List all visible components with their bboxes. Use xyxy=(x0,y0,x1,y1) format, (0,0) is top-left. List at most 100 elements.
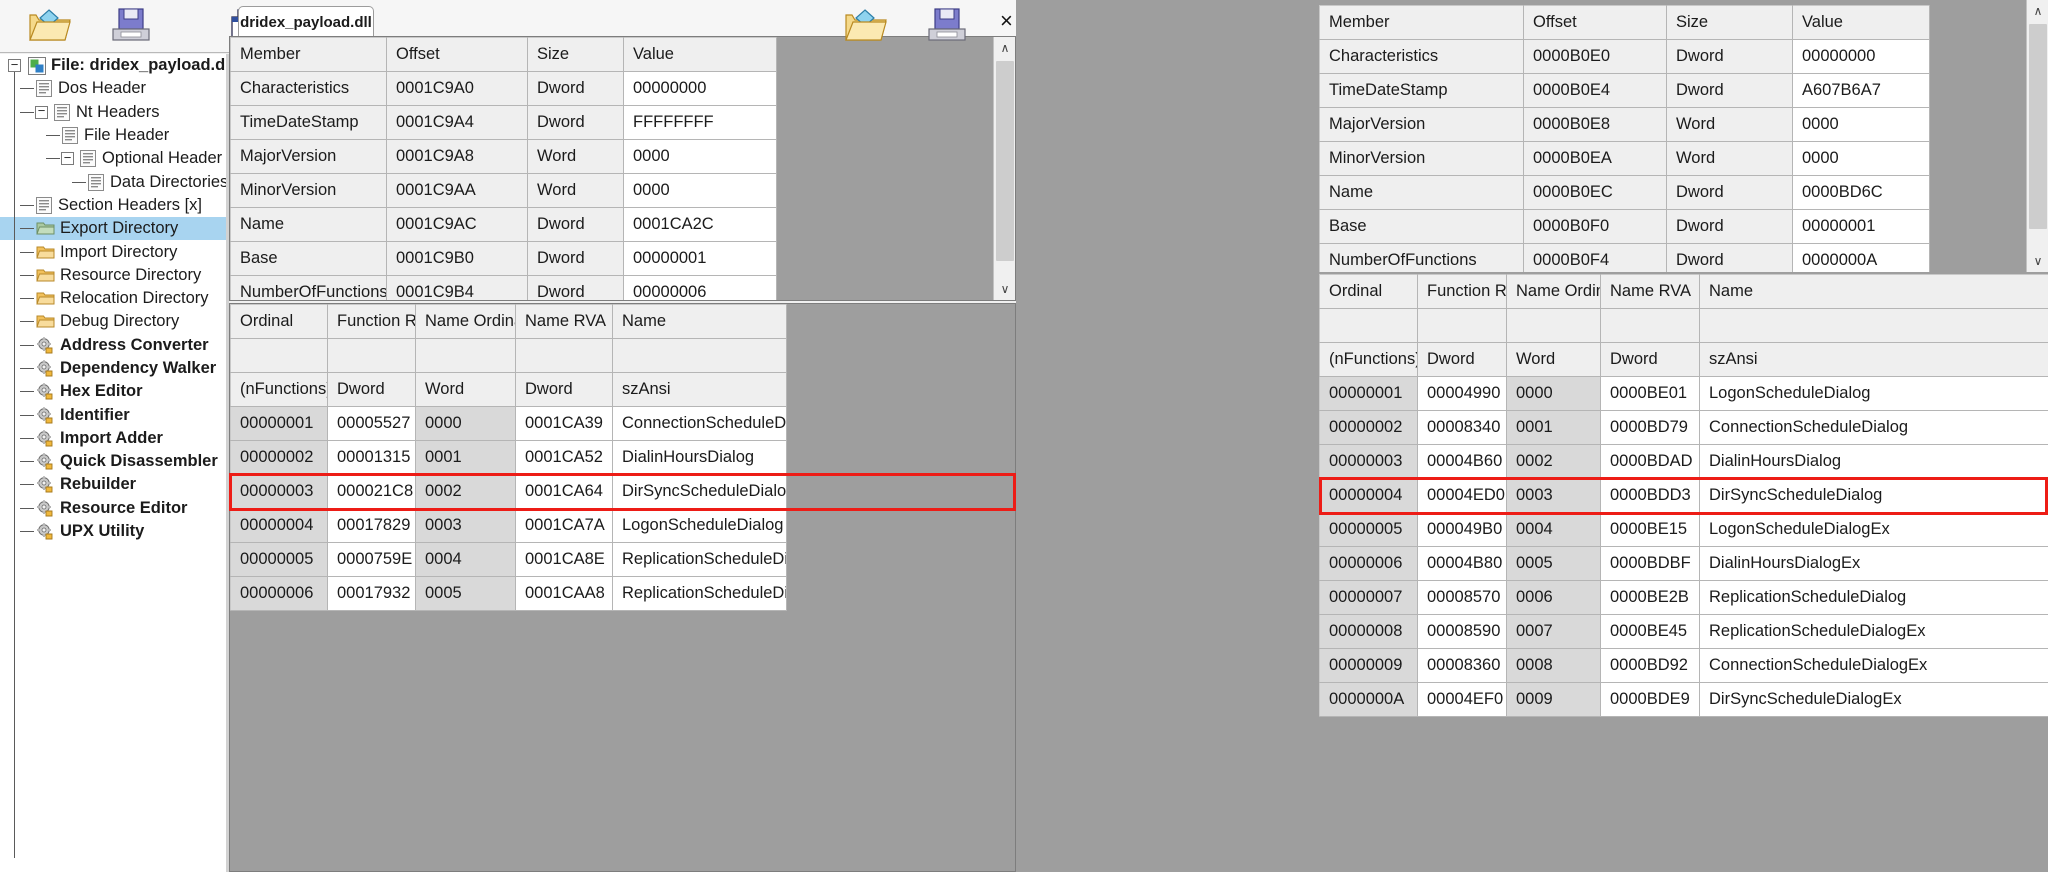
table-cell[interactable]: NumberOfFunctions xyxy=(1319,243,1524,272)
table-cell[interactable]: 0001CA39 xyxy=(515,406,613,441)
table-row[interactable]: 00000002 00001315 0001 0001CA52 DialinHoursD… xyxy=(230,440,787,475)
table-cell[interactable]: 0000BE45 xyxy=(1600,614,1700,649)
table-cell[interactable]: 0004 xyxy=(1506,512,1601,547)
tree-item-rebuilder[interactable]: Rebuilder xyxy=(0,473,226,496)
table-row[interactable]: Name 0001C9AC Dword 0001CA2C xyxy=(230,207,777,242)
table-cell[interactable]: 0000000A xyxy=(1792,243,1930,272)
table-cell[interactable]: 0001CA8E xyxy=(515,542,613,577)
table-cell[interactable]: Word xyxy=(1666,141,1793,176)
table-cell[interactable]: Dword xyxy=(1666,243,1793,272)
column-header[interactable]: Size xyxy=(527,37,624,72)
table-cell[interactable]: Dword xyxy=(527,275,624,300)
table-cell[interactable]: 0000BDBF xyxy=(1600,546,1700,581)
table-cell[interactable]: 00000006 xyxy=(623,275,777,300)
exports-table-left[interactable]: OrdinalFunction RVAName OrdinalName RVAN… xyxy=(230,304,787,611)
table-cell[interactable]: 00000007 xyxy=(1319,580,1418,615)
open-file-icon[interactable] xyxy=(26,5,72,47)
table-cell[interactable]: Dword xyxy=(527,241,624,276)
table-row[interactable]: TimeDateStamp 0001C9A4 Dword FFFFFFFF xyxy=(230,105,777,140)
table-cell[interactable]: 0000BD6C xyxy=(1792,175,1930,210)
table-row[interactable]: 0000000A 00004EF0 0009 0000BDE9 DirSyncSched… xyxy=(1319,682,2048,717)
table-cell[interactable]: MajorVersion xyxy=(1319,107,1524,142)
tree-item-address-converter[interactable]: Address Converter xyxy=(0,334,226,357)
column-header[interactable]: Offset xyxy=(1523,5,1667,40)
column-header[interactable]: Value xyxy=(1792,5,1930,40)
table-row[interactable]: 00000005 000049B0 0004 0000BE15 LogonSchedul… xyxy=(1319,512,2048,547)
table-row[interactable]: MinorVersion 0001C9AA Word 0000 xyxy=(230,173,777,208)
table-cell[interactable]: Dword xyxy=(1666,175,1793,210)
tree-item-resource-directory[interactable]: Resource Directory xyxy=(0,264,226,287)
table-cell[interactable]: 0001C9A8 xyxy=(386,139,528,174)
table-cell[interactable]: 0006 xyxy=(1506,580,1601,615)
table-cell[interactable]: DialinHoursDialog xyxy=(1699,444,2048,479)
table-cell[interactable]: 00008590 xyxy=(1417,614,1507,649)
scrollbar-export-dir-left[interactable]: ∧ ∨ xyxy=(993,37,1015,300)
table-cell[interactable]: Base xyxy=(230,241,387,276)
table-cell[interactable]: 0001C9A4 xyxy=(386,105,528,140)
table-cell[interactable]: 00000000 xyxy=(1792,39,1930,74)
table-cell[interactable]: 0005 xyxy=(415,576,516,611)
table-cell[interactable]: 00000005 xyxy=(230,542,328,577)
table-cell[interactable]: FFFFFFFF xyxy=(623,105,777,140)
column-header[interactable]: Name RVA xyxy=(1600,274,1700,309)
table-row[interactable]: Characteristics 0000B0E0 Dword 00000000 xyxy=(1319,39,1930,74)
table-cell[interactable]: 0000BE15 xyxy=(1600,512,1700,547)
column-header[interactable]: Ordinal xyxy=(1319,274,1418,309)
open-file-icon[interactable] xyxy=(842,5,888,47)
scroll-down-arrow[interactable]: ∨ xyxy=(2027,250,2048,272)
column-header[interactable]: Function RVA xyxy=(327,304,416,339)
table-cell[interactable]: Dword xyxy=(1666,73,1793,108)
table-cell[interactable]: 0000 xyxy=(415,406,516,441)
table-cell[interactable]: 0001CAA8 xyxy=(515,576,613,611)
table-cell[interactable]: 0001CA52 xyxy=(515,440,613,475)
column-header[interactable]: Offset xyxy=(386,37,528,72)
table-cell[interactable]: 0000 xyxy=(623,173,777,208)
table-cell[interactable]: ReplicationScheduleDialog xyxy=(1699,580,2048,615)
table-cell[interactable]: 0000B0EC xyxy=(1523,175,1667,210)
table-cell[interactable]: 0003 xyxy=(415,508,516,543)
table-cell[interactable]: TimeDateStamp xyxy=(230,105,387,140)
table-cell[interactable]: 0001C9AC xyxy=(386,207,528,242)
table-cell[interactable]: 00000002 xyxy=(230,440,328,475)
table-cell[interactable]: 000049B0 xyxy=(1417,512,1507,547)
table-cell[interactable]: Word xyxy=(1666,107,1793,142)
table-cell[interactable]: 00004B60 xyxy=(1417,444,1507,479)
table-cell[interactable]: Name xyxy=(1319,175,1524,210)
tree-item-relocation-directory[interactable]: Relocation Directory xyxy=(0,287,226,310)
scroll-thumb[interactable] xyxy=(2029,24,2047,229)
table-cell[interactable]: Dword xyxy=(1666,39,1793,74)
column-header[interactable]: Size xyxy=(1666,5,1793,40)
close-icon[interactable]: × xyxy=(1000,10,1013,32)
table-cell[interactable]: 0004 xyxy=(415,542,516,577)
column-header[interactable]: Member xyxy=(1319,5,1524,40)
table-cell[interactable]: 0001CA64 xyxy=(515,474,613,509)
table-cell[interactable]: 00000001 xyxy=(230,406,328,441)
table-cell[interactable]: 0001C9B4 xyxy=(386,275,528,300)
table-cell[interactable]: 00004EF0 xyxy=(1417,682,1507,717)
table-cell[interactable]: 0000BDD3 xyxy=(1600,478,1700,513)
column-header[interactable]: Member xyxy=(230,37,387,72)
table-cell[interactable]: 0005 xyxy=(1506,546,1601,581)
table-cell[interactable]: 0000 xyxy=(1506,376,1601,411)
table-row[interactable]: MinorVersion 0000B0EA Word 0000 xyxy=(1319,141,1930,176)
tree-item-identifier[interactable]: Identifier xyxy=(0,403,226,426)
table-cell[interactable]: 0001CA7A xyxy=(515,508,613,543)
tree-item-upx-utility[interactable]: UPX Utility xyxy=(0,520,226,543)
column-header[interactable]: Function RVA xyxy=(1417,274,1507,309)
table-cell[interactable]: 0000BE2B xyxy=(1600,580,1700,615)
table-cell[interactable]: 0001CA2C xyxy=(623,207,777,242)
table-cell[interactable]: 0000759E xyxy=(327,542,416,577)
table-cell[interactable]: 0002 xyxy=(1506,444,1601,479)
table-cell[interactable]: 00000004 xyxy=(1319,478,1418,513)
scroll-down-arrow[interactable]: ∨ xyxy=(994,278,1015,300)
table-row[interactable]: 00000006 00017932 0005 0001CAA8 ReplicationS… xyxy=(230,576,787,611)
table-row[interactable]: 00000001 00005527 0000 0001CA39 ConnectionSc… xyxy=(230,406,787,441)
table-cell[interactable]: TimeDateStamp xyxy=(1319,73,1524,108)
table-row[interactable]: 00000006 00004B80 0005 0000BDBF DialinHoursD… xyxy=(1319,546,2048,581)
table-row[interactable]: 00000004 00004ED0 0003 0000BDD3 DirSyncSched… xyxy=(1319,478,2048,513)
exports-table-right[interactable]: OrdinalFunction RVAName OrdinalName RVAN… xyxy=(1319,274,2048,717)
table-cell[interactable]: 00001315 xyxy=(327,440,416,475)
table-cell[interactable]: ConnectionScheduleDialogEx xyxy=(1699,648,2048,683)
table-cell[interactable]: Dword xyxy=(527,105,624,140)
table-cell[interactable]: 00000003 xyxy=(230,474,328,509)
